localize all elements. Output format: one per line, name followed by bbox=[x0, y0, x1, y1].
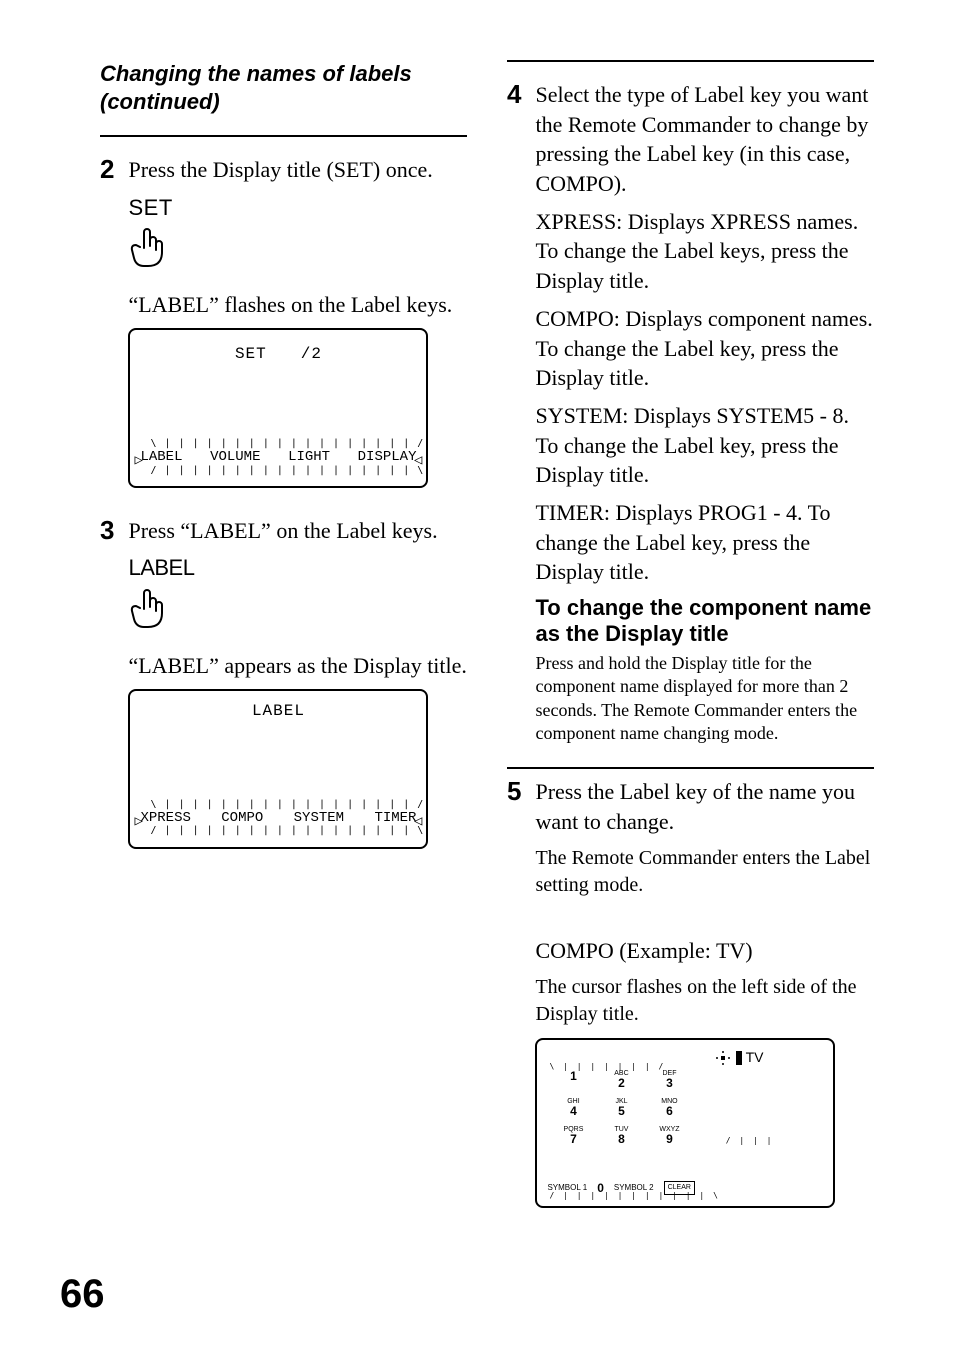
arrow-left-icon: ▷ bbox=[134, 452, 142, 471]
arrow-right-icon: ◁ bbox=[414, 452, 422, 471]
lcd-top-text: LABEL bbox=[130, 701, 426, 723]
arrow-right-icon: ◁ bbox=[414, 813, 422, 832]
keypad-key-5: JKL5 bbox=[601, 1098, 641, 1122]
keypad-key-6: MNO6 bbox=[649, 1098, 689, 1122]
keypad-key-2: ABC2 bbox=[601, 1070, 641, 1094]
page-number: 66 bbox=[60, 1272, 105, 1317]
keyrow-ticks-top: \ | | | | | | | | | | | | | | | | | | / bbox=[136, 440, 420, 448]
keypad-key-8: TUV8 bbox=[601, 1126, 641, 1150]
lcd-screen-step2: SET /2 \ | | | | | | | | | | | | | | | |… bbox=[128, 328, 428, 488]
step-text: Press the Label key of the name you want… bbox=[535, 777, 874, 836]
label-key: LABEL bbox=[140, 448, 182, 467]
step-4: 4 Select the type of Label key you want … bbox=[507, 80, 874, 745]
step-3: 3 Press “LABEL” on the Label keys. LABEL… bbox=[100, 516, 467, 867]
compo-text: The cursor flashes on the left side of t… bbox=[535, 974, 874, 1028]
sub-heading: To change the component name as the Disp… bbox=[535, 595, 874, 648]
hand-press-icon bbox=[128, 226, 467, 278]
keypad-key-4: GHI4 bbox=[553, 1098, 593, 1122]
step-caption: “LABEL” appears as the Display title. bbox=[128, 651, 467, 681]
keypad-key-9: WXYZ9 bbox=[649, 1126, 689, 1150]
step-number: 4 bbox=[507, 80, 521, 745]
divider bbox=[507, 767, 874, 769]
ticks-icon: / | | | bbox=[726, 1136, 774, 1147]
lcd-screen-step3: LABEL \ | | | | | | | | | | | | | | | | … bbox=[128, 689, 428, 849]
step-line: SYSTEM: Displays SYSTEM5 - 8. To change … bbox=[535, 401, 874, 490]
label-key: LIGHT bbox=[288, 448, 330, 467]
keypad-grid: 1 ABC2 DEF3 GHI4 JKL5 MNO6 PQRS7 TUV8 WX… bbox=[553, 1070, 713, 1150]
keyrow-ticks-bottom: / | | | | | | | | | | | | | | | | | | \ bbox=[136, 467, 420, 475]
step-5: 5 Press the Label key of the name you wa… bbox=[507, 777, 874, 1208]
cursor-dots-icon bbox=[714, 1049, 732, 1067]
step-line: TIMER: Displays PROG1 - 4. To change the… bbox=[535, 498, 874, 587]
divider bbox=[100, 135, 467, 137]
cursor-block-icon bbox=[736, 1051, 742, 1065]
label-key: VOLUME bbox=[210, 448, 260, 467]
keypad-key-1: 1 bbox=[553, 1070, 593, 1094]
divider bbox=[507, 60, 874, 62]
compo-title: COMPO (Example: TV) bbox=[535, 936, 874, 966]
step-2: 2 Press the Display title (SET) once. SE… bbox=[100, 155, 467, 506]
sub-text: Press and hold the Display title for the… bbox=[535, 652, 874, 746]
step-number: 5 bbox=[507, 777, 521, 1208]
keyrow-ticks-bottom: / | | | | | | | | | | | | | | | | | | \ bbox=[136, 827, 420, 835]
keypad-key-3: DEF3 bbox=[649, 1070, 689, 1094]
tv-label: TV bbox=[746, 1048, 764, 1067]
ticks-icon: / | | | | | | | | | | | \ bbox=[549, 1191, 719, 1202]
step-number: 2 bbox=[100, 155, 114, 506]
section-heading: Changing the names of labels (continued) bbox=[100, 60, 467, 115]
step-line: The Remote Commander enters the Label se… bbox=[535, 845, 874, 899]
fig-label-set: SET bbox=[128, 193, 467, 223]
step-line: COMPO: Displays component names. To chan… bbox=[535, 304, 874, 393]
keypad-key-7: PQRS7 bbox=[553, 1126, 593, 1150]
fig-label-label: LABEL bbox=[128, 553, 467, 583]
step-number: 3 bbox=[100, 516, 114, 867]
step-caption: “LABEL” flashes on the Label keys. bbox=[128, 290, 467, 320]
keyrow-ticks-top: \ | | | | | | | | | | | | | | | | | | / bbox=[136, 801, 420, 809]
step-text: Press the Display title (SET) once. bbox=[128, 155, 467, 185]
lcd-screen-step5: TV \ | | | | | | | / 1 ABC2 DEF3 GHI4 JK… bbox=[535, 1038, 835, 1208]
step-text: Press “LABEL” on the Label keys. bbox=[128, 516, 467, 546]
lcd-top-text: SET /2 bbox=[130, 344, 426, 366]
cursor-tv-indicator: TV bbox=[714, 1048, 764, 1067]
step-line: XPRESS: Displays XPRESS names. To change… bbox=[535, 207, 874, 296]
hand-press-icon bbox=[128, 587, 467, 639]
label-key: DISPLAY bbox=[358, 448, 417, 467]
step-text: Select the type of Label key you want th… bbox=[535, 80, 874, 199]
arrow-left-icon: ▷ bbox=[134, 813, 142, 832]
